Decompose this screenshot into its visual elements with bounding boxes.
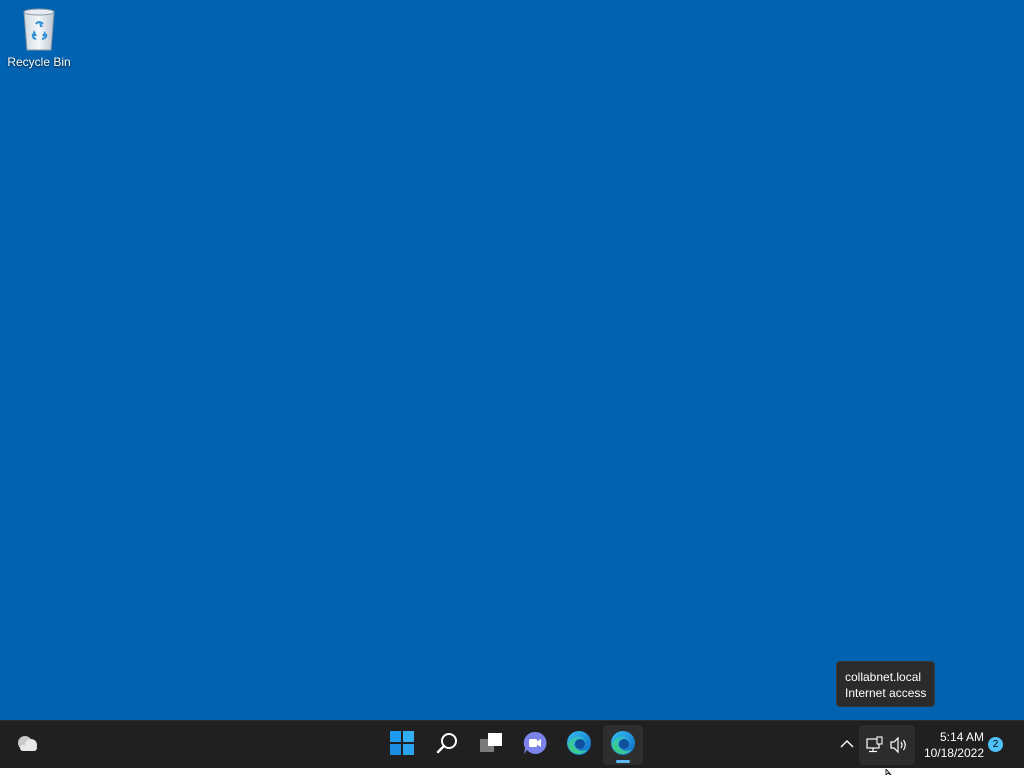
start-button[interactable]: [382, 725, 422, 765]
clock-time: 5:14 AM: [939, 730, 984, 744]
edge-button[interactable]: [559, 725, 599, 765]
network-tooltip: collabnet.local Internet access: [836, 661, 935, 707]
network-wired-icon: [864, 735, 886, 755]
edge-icon: [566, 730, 592, 761]
tooltip-network-status: Internet access: [845, 686, 927, 700]
tooltip-network-name: collabnet.local: [845, 670, 922, 684]
quick-settings-button[interactable]: [859, 725, 915, 765]
edge-active-button[interactable]: [603, 725, 643, 765]
clock-button[interactable]: 5:14 AM 10/18/2022: [918, 729, 984, 761]
clock-date: 10/18/2022: [923, 746, 984, 760]
show-hidden-icons-button[interactable]: [836, 733, 858, 757]
chevron-up-icon: [840, 736, 854, 754]
running-indicator: [616, 760, 630, 763]
search-icon: [436, 732, 458, 759]
teams-chat-icon: [523, 731, 547, 760]
speaker-icon: [888, 735, 910, 755]
mouse-cursor-icon: [885, 762, 893, 780]
task-view-icon: [479, 732, 503, 759]
widgets-button[interactable]: [8, 725, 48, 765]
chat-button[interactable]: [515, 725, 555, 765]
notification-badge[interactable]: 2: [988, 737, 1003, 752]
edge-icon: [610, 730, 636, 761]
weather-cloud-icon: [15, 731, 41, 760]
desktop-icon-recycle-bin[interactable]: Recycle Bin: [4, 6, 74, 76]
recycle-bin-icon: [20, 6, 58, 52]
desktop-background[interactable]: Recycle Bin: [0, 0, 1024, 720]
task-view-button[interactable]: [471, 725, 511, 765]
search-button[interactable]: [427, 725, 467, 765]
recycle-bin-label: Recycle Bin: [7, 55, 71, 69]
taskbar: 5:14 AM 10/18/2022 2: [0, 720, 1024, 768]
windows-start-icon: [390, 730, 414, 760]
